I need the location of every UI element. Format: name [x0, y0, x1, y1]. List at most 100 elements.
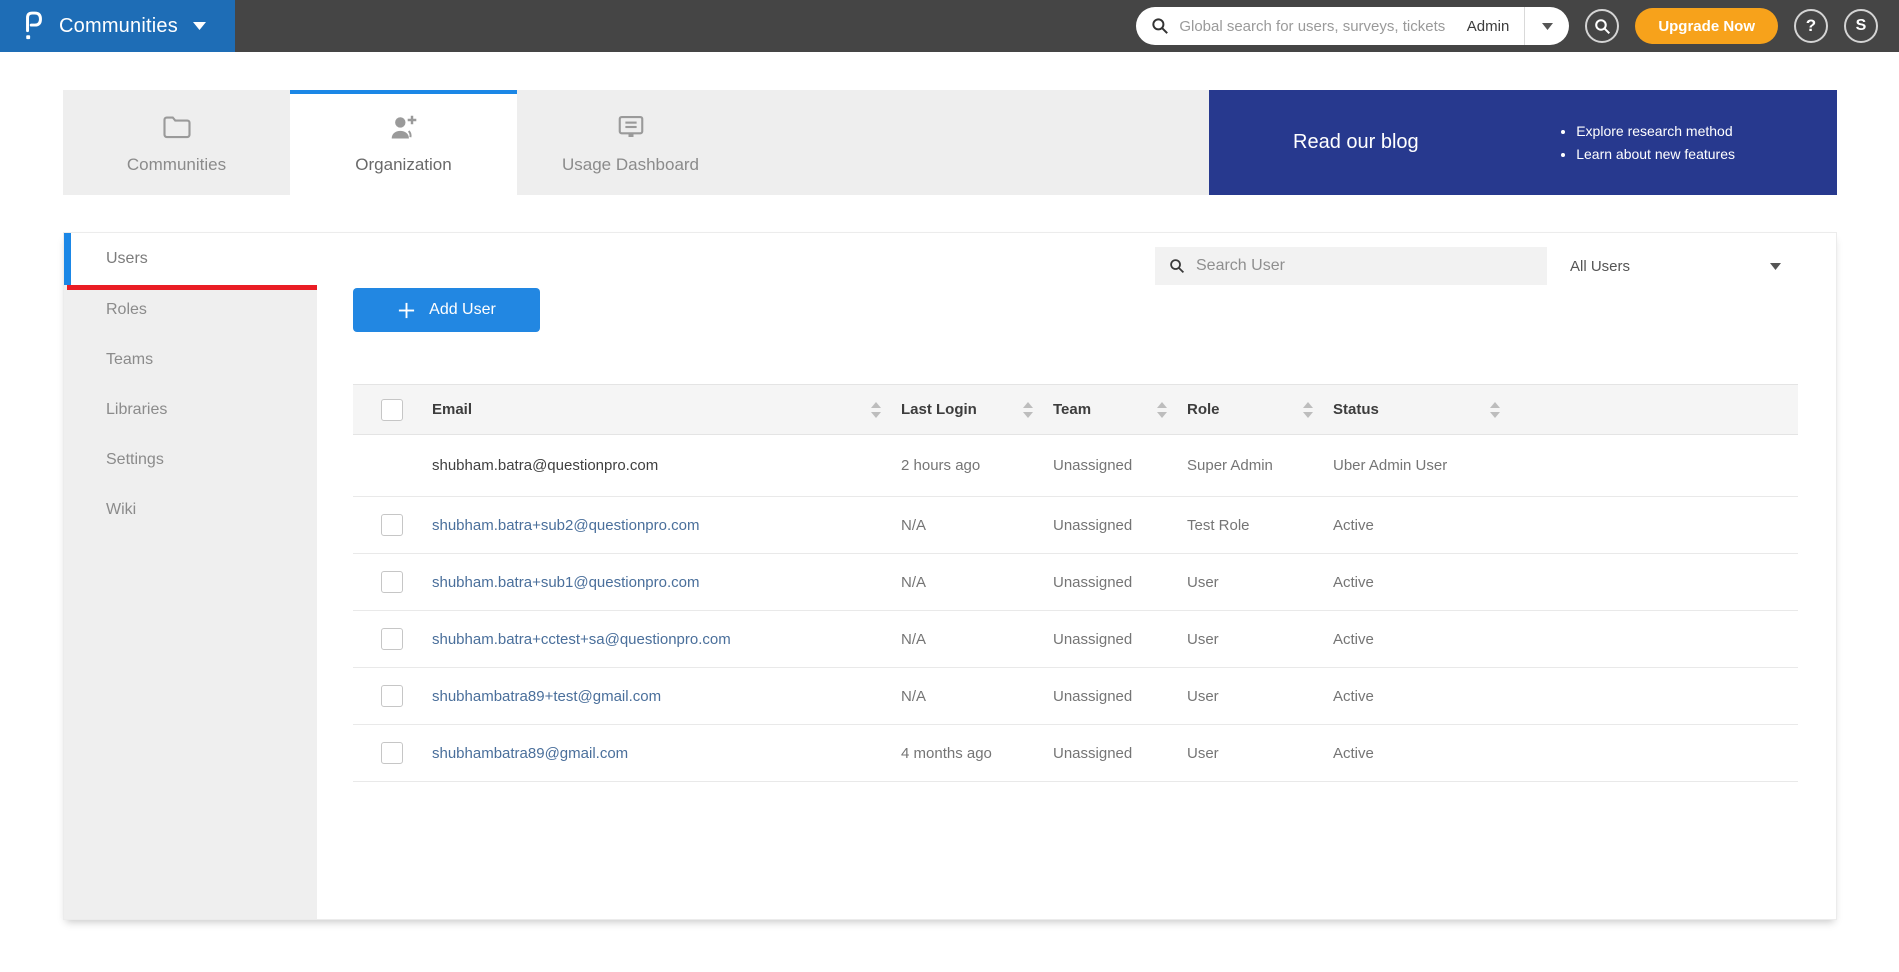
- folder-icon: [162, 114, 192, 144]
- cell-actions: [1510, 497, 1798, 554]
- user-filter-dropdown[interactable]: All Users: [1563, 247, 1795, 285]
- cell-role: User: [1187, 744, 1219, 762]
- cell-status: Active: [1333, 744, 1374, 762]
- blog-bullet: Learn about new features: [1576, 146, 1735, 162]
- column-header-team[interactable]: Team: [1043, 384, 1177, 435]
- cell-last-login: 4 months ago: [901, 744, 992, 762]
- cell-last-login: 2 hours ago: [901, 457, 981, 474]
- row-checkbox[interactable]: [381, 628, 403, 650]
- topbar-actions: Admin Upgrade Now ? S: [1136, 7, 1899, 45]
- column-header-status[interactable]: Status: [1323, 384, 1510, 435]
- cell-actions: [1510, 611, 1798, 668]
- cell-team: Unassigned: [1053, 516, 1133, 534]
- cell-team: Unassigned: [1053, 457, 1133, 474]
- select-all-checkbox[interactable]: [381, 398, 403, 421]
- email-link[interactable]: shubhambatra89@gmail.com: [432, 745, 628, 762]
- email-link[interactable]: shubham.batra+cctest+sa@questionpro.com: [432, 631, 731, 648]
- blog-title[interactable]: Read our blog: [1293, 131, 1419, 154]
- cell-team: Unassigned: [1053, 687, 1133, 705]
- column-label: Last Login: [901, 401, 977, 418]
- cell-role: User: [1187, 573, 1219, 591]
- questionpro-logo: [22, 10, 46, 42]
- sort-icon[interactable]: [871, 401, 881, 418]
- tab-organization[interactable]: Organization: [290, 90, 517, 195]
- add-user-button[interactable]: Add User: [353, 288, 540, 332]
- tab-communities[interactable]: Communities: [63, 90, 290, 195]
- sidebar-item-wiki[interactable]: Wiki: [64, 485, 317, 535]
- app-window: Communities Admin Up: [0, 0, 1899, 972]
- cell-email: shubhambatra89@gmail.com: [411, 725, 891, 782]
- column-header-last-login[interactable]: Last Login: [891, 384, 1043, 435]
- sort-icon[interactable]: [1303, 401, 1313, 418]
- cell-status: Active: [1333, 630, 1374, 648]
- select-all-cell: [353, 384, 411, 435]
- column-header-role[interactable]: Role: [1177, 384, 1323, 435]
- table-row: shubham.batra+sub2@questionpro.com N/A Una…: [353, 497, 1798, 554]
- dashboard-icon: [616, 114, 646, 144]
- column-header-email[interactable]: Email: [411, 384, 891, 435]
- checkbox-cell: [353, 611, 411, 668]
- row-checkbox[interactable]: [381, 685, 403, 707]
- chevron-down-icon: [192, 22, 206, 30]
- checkbox-cell: [353, 668, 411, 725]
- cell-email: shubham.batra+cctest+sa@questionpro.com: [411, 611, 891, 668]
- global-search-input[interactable]: [1179, 17, 1452, 35]
- global-search: Admin: [1136, 7, 1570, 45]
- search-button[interactable]: [1585, 9, 1620, 43]
- cell-email: shubham.batra+sub2@questionpro.com: [411, 497, 891, 554]
- sidebar-item-libraries[interactable]: Libraries: [64, 385, 317, 435]
- blog-bullet: Explore research method: [1576, 123, 1735, 139]
- topbar: Communities Admin Up: [0, 0, 1899, 52]
- row-checkbox[interactable]: [381, 742, 403, 764]
- email-link[interactable]: shubham.batra+sub2@questionpro.com: [432, 517, 699, 534]
- content-card: Users Roles Teams Libraries Settings Wiki All…: [63, 232, 1837, 920]
- tab-label: Usage Dashboard: [561, 155, 700, 174]
- upgrade-button[interactable]: Upgrade Now: [1635, 8, 1778, 44]
- table-row: shubhambatra89@gmail.com 4 months ago Unas…: [353, 725, 1798, 782]
- avatar[interactable]: S: [1844, 9, 1878, 43]
- email-link[interactable]: shubhambatra89+test@gmail.com: [432, 688, 661, 705]
- cell-status: Active: [1333, 516, 1374, 534]
- search-icon: [1169, 258, 1185, 274]
- cell-team: Unassigned: [1053, 573, 1133, 591]
- sidebar-item-label: Users: [106, 250, 148, 267]
- cell-email: shubham.batra+sub1@questionpro.com: [411, 554, 891, 611]
- search-scope-dropdown[interactable]: [1525, 7, 1569, 45]
- sidebar: Users Roles Teams Libraries Settings Wiki: [64, 233, 319, 919]
- sidebar-item-label: Wiki: [106, 501, 137, 518]
- sidebar-item-teams[interactable]: Teams: [64, 335, 317, 385]
- row-checkbox[interactable]: [381, 571, 403, 593]
- table-header-row: Email Last Login Team Role Status: [353, 384, 1798, 435]
- cell-actions: [1510, 435, 1798, 497]
- cell-email: shubham.batra@questionpro.com: [411, 435, 891, 497]
- tab-label: Organization: [355, 155, 452, 174]
- chevron-down-icon: [1770, 262, 1781, 270]
- product-switcher[interactable]: Communities: [0, 0, 235, 52]
- user-search-input[interactable]: [1196, 257, 1547, 275]
- plus-icon: [397, 301, 416, 320]
- person-plus-icon: [388, 114, 420, 144]
- cell-role: User: [1187, 687, 1219, 705]
- cell-role: Test Role: [1187, 516, 1250, 534]
- column-label: Status: [1333, 401, 1379, 418]
- table-row: shubham.batra@questionpro.com 2 hours ago…: [353, 435, 1798, 497]
- row-checkbox[interactable]: [381, 514, 403, 536]
- sort-icon[interactable]: [1490, 401, 1500, 418]
- help-button[interactable]: ?: [1794, 9, 1828, 43]
- actions-column-header: [1510, 384, 1798, 435]
- users-table: Email Last Login Team Role Status shubham.ba…: [353, 384, 1798, 782]
- table-row: shubham.batra+cctest+sa@questionpro.com N…: [353, 611, 1798, 668]
- search-scope-label: Admin: [1466, 17, 1510, 35]
- sidebar-item-label: Roles: [106, 301, 147, 318]
- sort-icon[interactable]: [1157, 401, 1167, 418]
- email-link[interactable]: shubham.batra+sub1@questionpro.com: [432, 574, 699, 591]
- sidebar-item-roles[interactable]: Roles: [64, 285, 317, 335]
- email-text: shubham.batra@questionpro.com: [432, 457, 659, 474]
- sort-icon[interactable]: [1023, 401, 1033, 418]
- blog-bullet-list: Explore research method Learn about new f…: [1558, 116, 1735, 169]
- sidebar-item-settings[interactable]: Settings: [64, 435, 317, 485]
- tab-usage-dashboard[interactable]: Usage Dashboard: [517, 90, 744, 195]
- sidebar-item-users[interactable]: Users: [64, 233, 319, 290]
- cell-actions: [1510, 725, 1798, 782]
- sidebar-item-label: Libraries: [106, 401, 168, 418]
